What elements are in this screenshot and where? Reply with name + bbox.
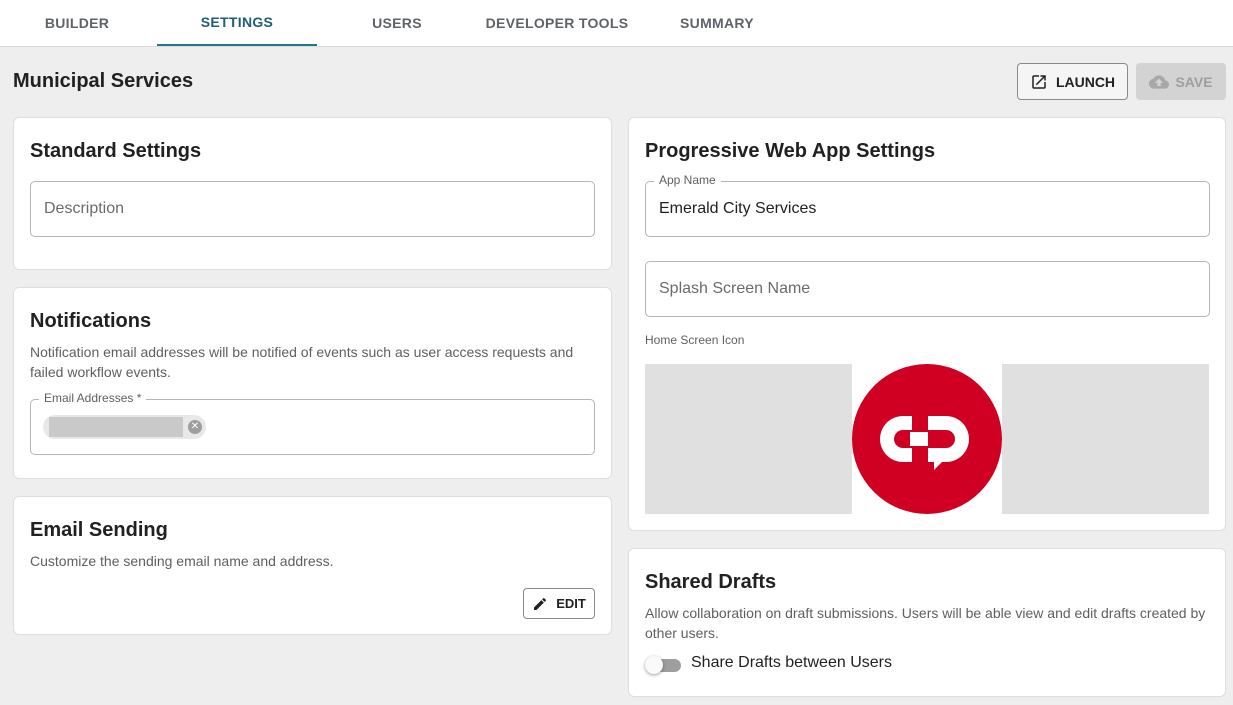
splash-screen-placeholder: Splash Screen Name [659, 280, 811, 297]
launch-label: LAUNCH [1055, 73, 1116, 90]
tab-settings[interactable]: SETTINGS [157, 0, 317, 46]
pwa-settings-title: Progressive Web App Settings [645, 140, 936, 162]
email-addresses-label: Email Addresses * [39, 391, 147, 405]
standard-settings-card: Standard Settings Description [13, 117, 612, 270]
share-drafts-label: Share Drafts between Users [691, 654, 892, 671]
redacted-email [49, 417, 183, 437]
splash-screen-name-input[interactable]: Splash Screen Name [645, 261, 1210, 317]
edit-button[interactable]: EDIT [523, 588, 595, 619]
remove-chip-icon[interactable]: ✕ [188, 420, 202, 434]
save-button[interactable]: SAVE [1136, 63, 1226, 100]
app-logo-icon [852, 364, 1002, 514]
app-name-value: Emerald City Services [659, 200, 817, 217]
email-addresses-field[interactable]: Email Addresses * ✕ [30, 391, 595, 455]
share-drafts-toggle[interactable] [645, 655, 681, 675]
notifications-title: Notifications [30, 310, 152, 332]
standard-settings-title: Standard Settings [30, 140, 202, 162]
email-sending-description: Customize the sending email name and add… [30, 553, 334, 569]
tab-builder[interactable]: BUILDER [0, 0, 157, 46]
save-label: SAVE [1175, 73, 1213, 90]
tab-developer-tools[interactable]: DEVELOPER TOOLS [477, 0, 637, 46]
tab-bar: BUILDER SETTINGS USERS DEVELOPER TOOLS S… [0, 0, 1233, 47]
description-placeholder: Description [44, 200, 125, 217]
edit-label: EDIT [556, 596, 586, 611]
shared-drafts-description: Allow collaboration on draft submissions… [645, 605, 1206, 641]
email-chip[interactable]: ✕ [43, 415, 206, 439]
notifications-card: Notifications Notification email address… [13, 287, 612, 479]
cloud-upload-icon [1149, 72, 1170, 92]
pencil-icon [532, 596, 548, 612]
tab-users[interactable]: USERS [317, 0, 477, 46]
toggle-knob [645, 656, 663, 674]
app-name-input[interactable]: App Name Emerald City Services [645, 173, 1210, 237]
shared-drafts-card: Shared Drafts Allow collaboration on dra… [628, 548, 1226, 697]
email-sending-title: Email Sending [30, 519, 168, 541]
open-external-icon [1030, 73, 1048, 91]
description-input[interactable]: Description [30, 181, 595, 237]
notifications-description: Notification email addresses will be not… [30, 344, 574, 380]
shared-drafts-title: Shared Drafts [645, 571, 777, 593]
launch-button[interactable]: LAUNCH [1017, 63, 1128, 100]
page-title: Municipal Services [13, 70, 194, 92]
email-sending-card: Email Sending Customize the sending emai… [13, 496, 612, 635]
icon-preview-frame [852, 364, 1002, 514]
tab-summary[interactable]: SUMMARY [637, 0, 797, 46]
home-screen-icon-label: Home Screen Icon [645, 333, 745, 347]
home-screen-icon-preview[interactable] [645, 364, 1209, 514]
pwa-settings-card: Progressive Web App Settings App Name Em… [628, 117, 1226, 531]
